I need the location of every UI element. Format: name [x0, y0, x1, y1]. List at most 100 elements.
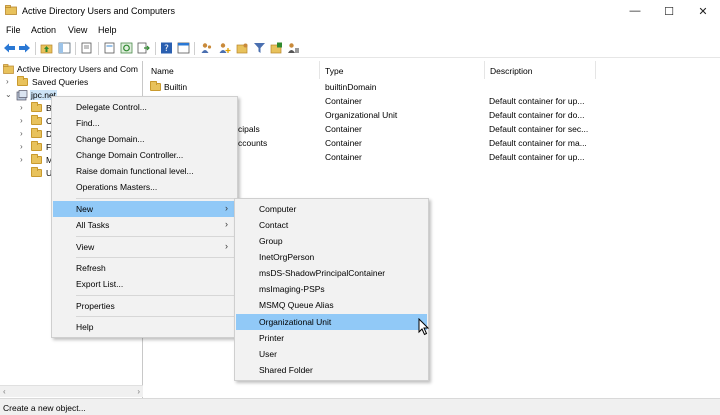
- chevron-right-icon[interactable]: ›: [20, 129, 23, 138]
- delegate-icon[interactable]: [287, 42, 300, 54]
- column-header-type[interactable]: Type: [320, 61, 485, 79]
- tree-item-label: Saved Queries: [32, 77, 89, 87]
- menu-item-properties[interactable]: Properties: [53, 298, 236, 314]
- window-title: Active Directory Users and Computers: [22, 6, 176, 16]
- row-type: builtinDomain: [325, 82, 377, 92]
- menu-item-label: Find...: [76, 118, 100, 128]
- row-type: Container: [325, 96, 362, 106]
- folder-icon: [150, 81, 161, 91]
- toolbar-separator: [75, 42, 76, 55]
- menu-separator: [76, 295, 234, 296]
- submenu-item-user[interactable]: User: [236, 346, 427, 362]
- menu-help[interactable]: Help: [98, 25, 117, 35]
- filter-icon[interactable]: [253, 42, 266, 54]
- menu-item-export-list[interactable]: Export List...: [53, 276, 236, 292]
- submenu-item-printer[interactable]: Printer: [236, 330, 427, 346]
- toolbar-separator: [155, 42, 156, 55]
- console-icon[interactable]: [177, 42, 190, 54]
- menu-item-label: User: [259, 349, 277, 359]
- submenu-item-group[interactable]: Group: [236, 233, 427, 249]
- menu-item-help[interactable]: Help: [53, 319, 236, 335]
- export-icon[interactable]: [103, 42, 116, 54]
- add-user-icon[interactable]: [218, 42, 231, 54]
- submenu-item-contact[interactable]: Contact: [236, 217, 427, 233]
- menu-action[interactable]: Action: [31, 25, 56, 35]
- chevron-right-icon: ›: [225, 219, 228, 229]
- menu-item-change-domain-controller[interactable]: Change Domain Controller...: [53, 147, 236, 163]
- close-button[interactable]: ✕: [686, 0, 720, 22]
- menu-item-find[interactable]: Find...: [53, 115, 236, 131]
- menu-item-operations-masters[interactable]: Operations Masters...: [53, 179, 236, 195]
- properties-icon[interactable]: [80, 42, 93, 54]
- submenu-item-msimaging-psps[interactable]: msImaging-PSPs: [236, 281, 427, 297]
- menu-item-label: Help: [76, 322, 94, 332]
- list-row[interactable]: Builtin builtinDomain: [146, 80, 720, 94]
- chevron-right-icon[interactable]: ›: [6, 77, 9, 86]
- menu-file[interactable]: File: [6, 25, 21, 35]
- maximize-button[interactable]: ☐: [652, 0, 686, 22]
- tree-item-root[interactable]: Active Directory Users and Com: [0, 63, 142, 76]
- users-icon[interactable]: [200, 42, 213, 54]
- row-name: Builtin: [164, 82, 188, 92]
- menu-separator: [76, 316, 234, 317]
- maximize-icon: ☐: [664, 5, 674, 18]
- menu-item-change-domain[interactable]: Change Domain...: [53, 131, 236, 147]
- row-type: Container: [325, 152, 362, 162]
- new-ou-icon[interactable]: [270, 42, 283, 54]
- mouse-cursor-icon: [418, 318, 430, 336]
- scroll-right-icon[interactable]: ›: [137, 387, 140, 396]
- folder-icon: [31, 167, 42, 177]
- row-type: Container: [325, 138, 362, 148]
- menu-item-view[interactable]: View ›: [53, 239, 236, 255]
- refresh-icon[interactable]: [120, 42, 133, 54]
- menu-item-all-tasks[interactable]: All Tasks ›: [53, 217, 236, 233]
- chevron-right-icon[interactable]: ›: [20, 103, 23, 112]
- add-group-icon[interactable]: [236, 42, 249, 54]
- menu-item-refresh[interactable]: Refresh: [53, 260, 236, 276]
- menu-item-label: Shared Folder: [259, 365, 313, 375]
- forward-icon[interactable]: [18, 42, 31, 54]
- chevron-right-icon[interactable]: ›: [20, 155, 23, 164]
- row-type: Container: [325, 124, 362, 134]
- menu-separator: [76, 198, 234, 199]
- menu-item-label: InetOrgPerson: [259, 252, 315, 262]
- chevron-right-icon[interactable]: ›: [20, 116, 23, 125]
- svg-text:?: ?: [164, 44, 169, 54]
- row-description: Default container for up...: [489, 152, 585, 162]
- tree-horizontal-scrollbar[interactable]: ‹ ›: [0, 385, 143, 397]
- back-icon[interactable]: [3, 42, 16, 54]
- submenu-item-shadow-principal-container[interactable]: msDS-ShadowPrincipalContainer: [236, 265, 427, 281]
- menu-item-label: Contact: [259, 220, 289, 230]
- menu-item-new[interactable]: New ›: [53, 201, 236, 217]
- menu-item-raise-functional-level[interactable]: Raise domain functional level...: [53, 163, 236, 179]
- submenu-item-shared-folder[interactable]: Shared Folder: [236, 362, 427, 378]
- menu-item-label: All Tasks: [76, 220, 110, 230]
- menu-item-label: MSMQ Queue Alias: [259, 300, 334, 310]
- export-list-icon[interactable]: [137, 42, 150, 54]
- scroll-left-icon[interactable]: ‹: [3, 387, 6, 396]
- ad-console-icon: [5, 5, 17, 15]
- tree-item-saved-queries[interactable]: › Saved Queries: [0, 76, 142, 89]
- menu-view[interactable]: View: [68, 25, 87, 35]
- up-folder-icon[interactable]: [40, 42, 53, 54]
- submenu-item-organizational-unit[interactable]: Organizational Unit: [236, 314, 427, 330]
- chevron-down-icon[interactable]: ⌄: [5, 90, 12, 99]
- menu-item-delegate-control[interactable]: Delegate Control...: [53, 99, 236, 115]
- help-icon[interactable]: ?: [160, 42, 173, 54]
- chevron-right-icon[interactable]: ›: [20, 142, 23, 151]
- column-header-name[interactable]: Name: [146, 61, 320, 79]
- minimize-button[interactable]: —: [618, 0, 652, 22]
- menu-separator: [76, 236, 234, 237]
- submenu-item-msmq-queue-alias[interactable]: MSMQ Queue Alias: [236, 297, 427, 313]
- new-submenu: Computer Contact Group InetOrgPerson msD…: [234, 198, 429, 381]
- column-header-description[interactable]: Description: [485, 61, 596, 79]
- toolbar-separator: [98, 42, 99, 55]
- row-description: Default container for do...: [489, 110, 585, 120]
- row-name: cipals: [238, 124, 260, 134]
- folder-icon: [31, 154, 42, 164]
- context-menu: Delegate Control... Find... Change Domai…: [51, 96, 238, 338]
- close-icon: ✕: [698, 5, 708, 18]
- submenu-item-inetorgperson[interactable]: InetOrgPerson: [236, 249, 427, 265]
- console-tree-icon[interactable]: [58, 42, 71, 54]
- submenu-item-computer[interactable]: Computer: [236, 201, 427, 217]
